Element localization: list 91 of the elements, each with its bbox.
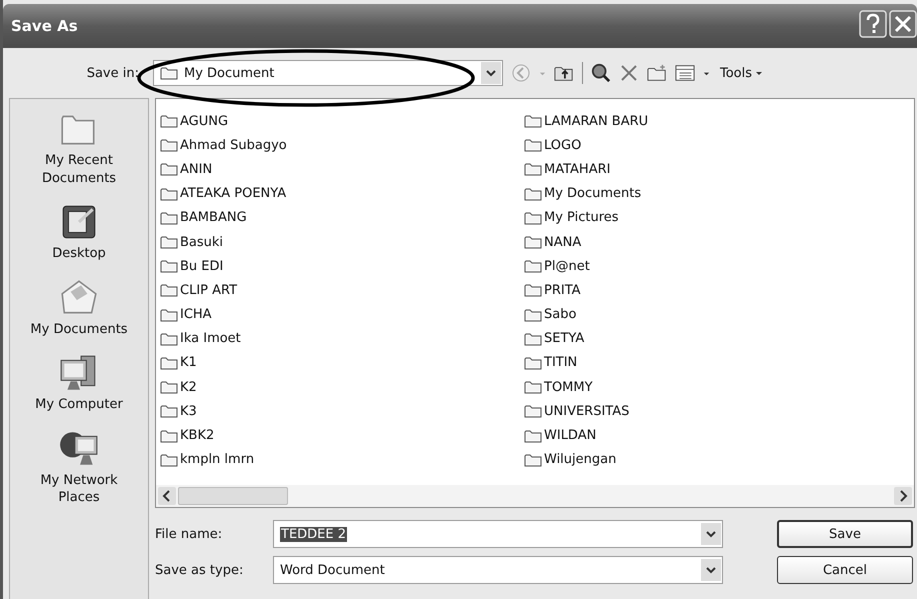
folder-item[interactable]: KBK2 (160, 423, 214, 448)
close-button[interactable] (889, 10, 917, 38)
save-as-type-dropdown[interactable]: Word Document (273, 556, 723, 584)
folder-icon (160, 428, 178, 443)
folder-item[interactable]: Ika Imoet (160, 326, 241, 351)
horizontal-scrollbar[interactable] (156, 485, 914, 507)
folder-icon (524, 356, 542, 370)
folder-icon (524, 308, 542, 322)
folder-icon (524, 332, 542, 346)
folder-item[interactable]: LAMARAN BARU (524, 109, 648, 134)
folder-icon (160, 356, 178, 370)
folder-item[interactable]: Pl@net (524, 254, 590, 278)
file-name-label: File name: (155, 526, 224, 542)
views-icon[interactable] (675, 63, 695, 83)
folder-icon (524, 380, 542, 394)
folder-icon (524, 210, 542, 225)
folder-icon (160, 308, 178, 322)
folder-item[interactable]: Ahmad Subagyo (160, 133, 287, 158)
folder-icon (524, 259, 542, 274)
folder-icon (524, 283, 542, 298)
window-title: Save As (11, 17, 78, 35)
folder-item[interactable]: AGUNG (160, 109, 228, 134)
folder-item[interactable]: ICHA (160, 302, 212, 327)
save-in-label: Save in: (86, 66, 140, 80)
folder-item[interactable]: MATAHARI (524, 157, 610, 182)
folder-icon (524, 428, 542, 443)
folder-icon (160, 162, 178, 176)
help-button[interactable] (859, 10, 887, 38)
file-name-field[interactable]: TEDDEE 2 (273, 520, 723, 548)
delete-icon[interactable] (619, 63, 639, 83)
scroll-thumb[interactable] (178, 487, 288, 505)
folder-icon (160, 332, 178, 346)
folder-icon (160, 114, 178, 128)
folder-item[interactable]: Wilujengan (524, 448, 616, 472)
dropdown-arrow-icon[interactable] (703, 70, 710, 76)
folder-item[interactable]: ANIN (160, 157, 212, 182)
folder-item[interactable]: kmpln lmrn (160, 448, 254, 472)
places-item[interactable]: My Computer (14, 349, 144, 419)
folder-icon (160, 259, 178, 274)
folder-icon (160, 404, 178, 418)
folder-icon (524, 235, 542, 250)
folder-item[interactable]: SETYA (524, 326, 584, 351)
folder-icon (160, 210, 178, 225)
save-button[interactable]: Save (777, 520, 913, 548)
scroll-left-button[interactable] (158, 487, 176, 505)
places-item[interactable]: My Network Places (14, 424, 144, 512)
folder-item[interactable]: LOGO (524, 133, 582, 158)
folder-item[interactable]: TOMMY (524, 375, 593, 400)
folder-icon (160, 66, 178, 80)
folder-icon (160, 186, 178, 201)
folder-icon (524, 452, 542, 467)
scroll-right-button[interactable] (894, 487, 912, 505)
folder-item[interactable]: Sabo (524, 302, 576, 327)
folder-icon (524, 186, 542, 201)
places-item[interactable]: My Documents (14, 274, 144, 344)
folder-icon (160, 380, 178, 394)
folder-icon (160, 283, 178, 298)
save-as-type-label: Save as type: (155, 562, 244, 578)
folder-item[interactable]: My Documents (524, 182, 642, 206)
folder-item[interactable]: CLIP ART (160, 278, 238, 302)
search-icon[interactable] (591, 63, 611, 83)
caret-icon (755, 69, 764, 77)
folder-item[interactable]: K1 (160, 350, 197, 376)
folder-item[interactable]: Bu EDI (160, 254, 224, 278)
folder-item[interactable]: UNIVERSITAS (524, 399, 630, 424)
folder-icon (524, 162, 542, 176)
chevron-down-icon (706, 530, 716, 538)
folder-item[interactable]: My Pictures (524, 206, 619, 230)
folder-icon (524, 138, 542, 152)
places-item[interactable]: My Recent Documents (14, 105, 144, 192)
folder-item[interactable]: ATEAKA POENYA (160, 182, 286, 206)
cancel-button[interactable]: Cancel (777, 556, 913, 584)
folder-icon (160, 452, 178, 467)
new-folder-icon[interactable] (647, 63, 667, 83)
folder-icon (524, 404, 542, 418)
folder-item[interactable]: WILDAN (524, 423, 596, 448)
folder-icon (524, 114, 542, 128)
chevron-down-icon (706, 566, 716, 574)
folder-item[interactable]: K3 (160, 399, 197, 424)
tools-menu[interactable]: Tools (718, 66, 766, 80)
folder-item[interactable]: PRITA (524, 278, 581, 302)
folder-item[interactable]: TITIN (524, 350, 578, 376)
chevron-down-icon (486, 69, 496, 77)
folder-icon (160, 235, 178, 250)
folder-item[interactable]: Basuki (160, 230, 224, 254)
folder-icon (160, 138, 178, 152)
save-in-dropdown[interactable]: My Document (153, 60, 503, 86)
places-item[interactable]: Desktop (14, 198, 144, 268)
folder-item[interactable]: K2 (160, 375, 197, 400)
folder-item[interactable]: BAMBANG (160, 206, 247, 230)
folder-item[interactable]: NANA (524, 230, 582, 254)
